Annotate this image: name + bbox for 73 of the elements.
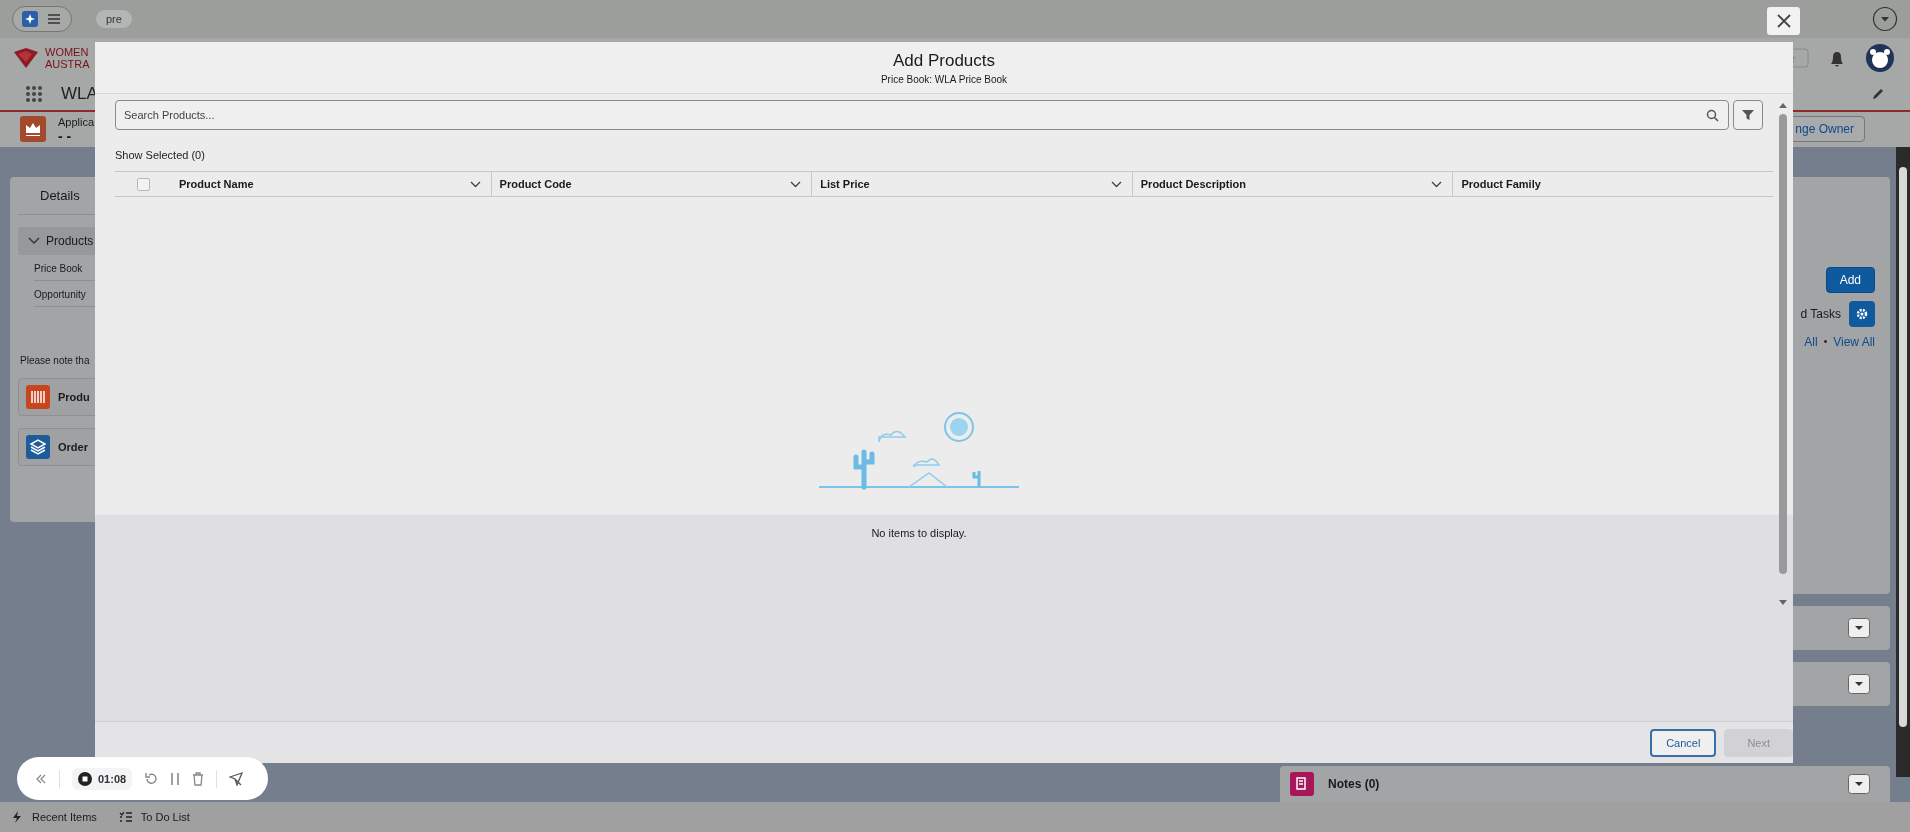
- filter-icon: [1742, 109, 1754, 121]
- dropdown-icon[interactable]: [1872, 5, 1898, 32]
- lightning-icon: [10, 809, 24, 824]
- column-header[interactable]: Product Family: [1453, 172, 1773, 196]
- related-list-title[interactable]: Order: [58, 440, 88, 453]
- list-icon: [118, 809, 133, 824]
- separator-dot: •: [1823, 336, 1828, 348]
- environment-badge: pre: [96, 9, 132, 28]
- column-header[interactable]: List Price: [812, 172, 1133, 196]
- logo-text: WOMEN: [45, 45, 90, 58]
- settings-button[interactable]: [1849, 300, 1875, 327]
- chevron-down-icon[interactable]: [1110, 180, 1122, 188]
- search-icon: [1706, 109, 1719, 122]
- scrollbar[interactable]: [1896, 146, 1910, 777]
- trash-icon[interactable]: [192, 771, 205, 786]
- column-title: List Price: [820, 178, 870, 190]
- modal-title: Add Products: [892, 50, 996, 71]
- column-header[interactable]: Product Name: [171, 172, 492, 196]
- filter-button[interactable]: [1733, 100, 1763, 130]
- chevron-down-icon: [28, 236, 40, 245]
- add-button[interactable]: Add: [1825, 266, 1875, 293]
- pencil-icon[interactable]: [1871, 86, 1885, 101]
- dropdown-button-icon[interactable]: [1848, 773, 1870, 794]
- modal-subtitle: Price Book: WLA Price Book: [880, 73, 1008, 85]
- column-title: Product Family: [1461, 178, 1541, 190]
- close-button[interactable]: [1767, 7, 1800, 35]
- utility-label: Recent Items: [32, 810, 97, 823]
- double-chevron-icon[interactable]: [35, 773, 47, 784]
- stack-icon: [26, 434, 50, 459]
- column-title: Product Description: [1140, 178, 1246, 190]
- column-header[interactable]: Product Description: [1132, 172, 1454, 196]
- section-title: Products: [46, 233, 94, 248]
- chevron-down-icon[interactable]: [469, 180, 481, 188]
- details-tab[interactable]: Details: [40, 187, 80, 203]
- cancel-button[interactable]: Cancel: [1650, 728, 1717, 757]
- view-link[interactable]: View All: [1833, 334, 1875, 349]
- settings-icon: [1855, 306, 1869, 321]
- empty-message: No items to display.: [871, 527, 967, 539]
- utility-item[interactable]: To Do List: [118, 809, 190, 824]
- stop-icon[interactable]: [78, 771, 92, 786]
- chevron-down-icon[interactable]: [790, 180, 802, 188]
- note-text: Please note tha: [20, 354, 91, 366]
- search-field[interactable]: Search Products...: [115, 100, 1729, 130]
- utility-label: To Do List: [140, 810, 190, 823]
- crown-icon: [20, 116, 46, 143]
- column-header[interactable]: Product Code: [491, 172, 813, 196]
- barcode-icon: [26, 384, 50, 409]
- cursor-icon[interactable]: [229, 771, 244, 786]
- record-type: Applica: [58, 115, 95, 130]
- related-list-title[interactable]: Produ: [58, 390, 90, 403]
- app-launcher-icon[interactable]: [25, 84, 43, 103]
- menu-icon[interactable]: [47, 12, 61, 25]
- record-name: - -: [58, 129, 73, 144]
- tasks-label: d Tasks: [1800, 306, 1841, 321]
- restart-icon[interactable]: [144, 771, 159, 786]
- pause-icon[interactable]: [170, 771, 181, 786]
- close-icon: [1775, 13, 1792, 29]
- column-title: Product Code: [499, 178, 572, 190]
- recording-time: 01:08: [98, 772, 127, 785]
- notes-title[interactable]: Notes (0): [1328, 776, 1380, 791]
- avatar-icon[interactable]: [1865, 42, 1895, 73]
- logo-text: AUSTRA: [45, 57, 90, 70]
- app-launcher-pill[interactable]: [12, 5, 72, 32]
- chevron-down-icon[interactable]: [1431, 180, 1443, 188]
- view-link[interactable]: All: [1804, 334, 1818, 349]
- dropdown-button-icon[interactable]: [1848, 673, 1870, 694]
- show-selected-link[interactable]: Show Selected (0): [115, 149, 205, 161]
- select-all-checkbox[interactable]: [136, 177, 150, 191]
- utility-item[interactable]: Recent Items: [10, 809, 97, 824]
- notes-icon: [1290, 771, 1314, 796]
- dropdown-button-icon[interactable]: [1848, 617, 1870, 638]
- sparkle-icon: [21, 9, 39, 28]
- column-title: Product Name: [179, 178, 254, 190]
